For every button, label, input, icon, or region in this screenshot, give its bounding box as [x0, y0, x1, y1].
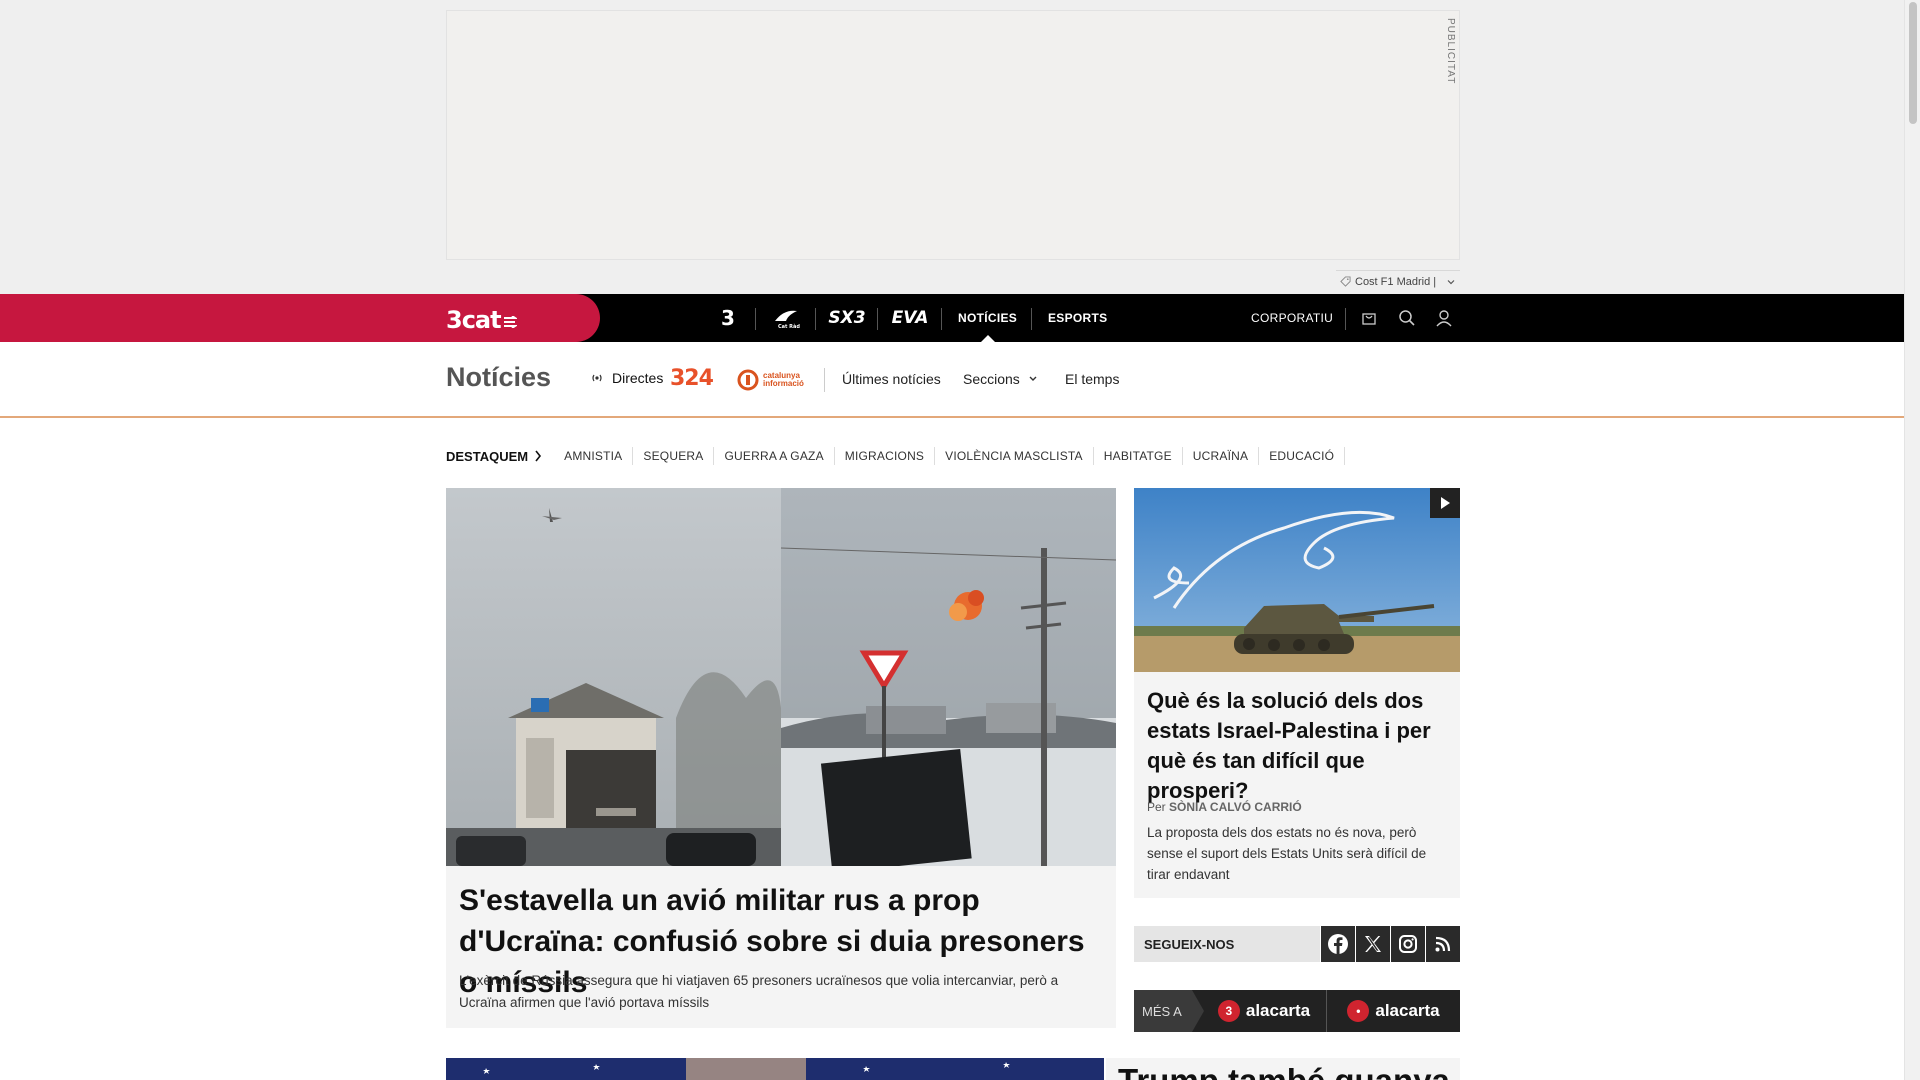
- catradio-alacarta-text: alacarta: [1375, 1001, 1440, 1020]
- brand-logo[interactable]: 3cat: [446, 306, 518, 334]
- tag-habitatge[interactable]: HABITATGE: [1094, 447, 1183, 465]
- tag-ucraina[interactable]: UCRAÏNA: [1183, 447, 1260, 465]
- author-name[interactable]: SÒNIA CALVÓ CARRIÓ: [1169, 800, 1302, 814]
- rss-link[interactable]: [1426, 926, 1460, 962]
- channel-sx3[interactable]: SX3: [816, 294, 878, 342]
- nav-divider-2: [1345, 308, 1346, 330]
- tag-icon: [1340, 276, 1351, 287]
- scrollbar-thumb[interactable]: [1909, 2, 1917, 124]
- catradio-logo-icon: Cat Ràdio: [775, 310, 800, 329]
- destaquem-heading[interactable]: DESTAQUEM: [446, 449, 542, 464]
- side-story-author: Per SÒNIA CALVÓ CARRIÓ: [1147, 800, 1302, 814]
- tag-amnistia[interactable]: AMNISTIA: [554, 447, 634, 465]
- plane-crash-photo: [446, 488, 1116, 866]
- user-button[interactable]: [1430, 304, 1458, 332]
- channel-eva-label: EVA: [891, 308, 929, 328]
- bottom-story-title[interactable]: Trump també guanya: [1118, 1062, 1450, 1080]
- tv3-badge: 3: [1217, 1000, 1240, 1022]
- channel-eva[interactable]: EVA: [878, 294, 942, 342]
- brand-arrow-icon: [503, 315, 518, 329]
- catradio-alacarta-link[interactable]: • alacarta: [1327, 990, 1460, 1032]
- destaquem-label: DESTAQUEM: [446, 448, 529, 464]
- svg-text:Cat Ràdio: Cat Ràdio: [778, 323, 800, 329]
- channel-sx3-label: SX3: [828, 308, 866, 328]
- instagram-icon: [1399, 935, 1417, 953]
- main-story-lead: L'exèrcit de Rússia assegura que hi viat…: [459, 973, 1059, 1010]
- shop-icon: [1362, 313, 1376, 325]
- search-button[interactable]: [1393, 304, 1421, 332]
- tag-migracions[interactable]: MIGRACIONS: [835, 447, 936, 465]
- x-link[interactable]: [1356, 926, 1390, 962]
- flag-photo: [446, 1058, 1104, 1080]
- scrollbar[interactable]: [1904, 0, 1920, 1080]
- instagram-link[interactable]: [1391, 926, 1425, 962]
- directes-label: Directes: [612, 370, 664, 386]
- tank-photo: [1134, 488, 1460, 672]
- channel-catradio[interactable]: Cat Ràdio: [756, 294, 816, 342]
- side-story-lead: La proposta dels dos estats no és nova, …: [1147, 825, 1427, 882]
- seccions-dropdown[interactable]: Seccions: [963, 371, 1038, 387]
- section-divider: [824, 368, 825, 392]
- main-story-image[interactable]: [446, 488, 1116, 866]
- highlight-tags: DESTAQUEM AMNISTIA SEQUERA GUERRA A GAZA…: [446, 446, 1346, 466]
- tv3-alacarta-text: alacarta: [1245, 1001, 1311, 1020]
- bottom-story-image[interactable]: [446, 1058, 1104, 1080]
- catalunya-informacio-icon: [737, 369, 759, 391]
- ad-label: PUBLICITAT: [1445, 18, 1456, 85]
- ad-band: PUBLICITAT Cost F1 Madrid |: [0, 0, 1904, 294]
- author-prefix: Per: [1147, 800, 1166, 814]
- logo-ci-line2: informació: [763, 379, 804, 388]
- section-bar: Notícies Directes 324 catalunya informac…: [0, 342, 1904, 418]
- top-navigation: 3cat 3 Cat Ràdio SX3 EVA NOTÍCIES ESPORT…: [0, 294, 1904, 342]
- follow-label: SEGUEIX-NOS: [1134, 926, 1320, 962]
- el-temps-link[interactable]: El temps: [1065, 371, 1119, 387]
- logo-catalunya-informacio[interactable]: catalunya informació: [737, 369, 804, 391]
- chevron-down-icon: [1029, 376, 1037, 381]
- brand-logo-text: 3cat: [446, 306, 502, 334]
- tag-sequera[interactable]: SEQUERA: [633, 447, 715, 465]
- main-story-card[interactable]: S'estavella un avió militar rus a prop d…: [446, 488, 1116, 1028]
- page-title[interactable]: Notícies: [446, 362, 551, 393]
- logo-324-text: 324: [670, 366, 714, 391]
- nav-noticies[interactable]: NOTÍCIES: [958, 294, 1017, 342]
- nav-divider: [1031, 308, 1032, 330]
- channel-3-label: 3: [721, 306, 735, 330]
- mes-a-label: MÉS A: [1134, 990, 1204, 1032]
- chevron-down-icon: [1447, 279, 1455, 284]
- side-story-card[interactable]: Què és la solució dels dos estats Israel…: [1134, 488, 1460, 898]
- ad-sponsor[interactable]: Cost F1 Madrid |: [1336, 270, 1460, 292]
- nav-esports[interactable]: ESPORTS: [1048, 294, 1107, 342]
- tag-violencia-masclista[interactable]: VIOLÈNCIA MASCLISTA: [935, 447, 1094, 465]
- user-icon: [1436, 310, 1452, 327]
- play-icon: [1441, 497, 1450, 509]
- video-badge[interactable]: [1430, 488, 1460, 518]
- tv3-alacarta-link[interactable]: 3 alacarta: [1192, 990, 1326, 1032]
- x-icon: [1365, 936, 1381, 952]
- more-alacarta: MÉS A 3 alacarta • alacarta: [1134, 990, 1460, 1032]
- search-icon: [1399, 310, 1415, 326]
- live-icon: [592, 374, 602, 382]
- logo-324[interactable]: 324: [670, 366, 714, 391]
- seccions-label: Seccions: [963, 371, 1020, 387]
- tag-educacio[interactable]: EDUCACIÓ: [1259, 447, 1346, 465]
- catradio-badge: •: [1347, 1000, 1370, 1022]
- side-story-title[interactable]: Què és la solució dels dos estats Israel…: [1147, 686, 1452, 806]
- side-story-image[interactable]: [1134, 488, 1460, 672]
- bottom-story-card[interactable]: Trump també guanya: [1106, 1058, 1460, 1080]
- facebook-icon: [1328, 934, 1348, 954]
- directes-link[interactable]: Directes: [590, 370, 663, 386]
- nav-corporatiu[interactable]: CORPORATIU: [1251, 294, 1333, 342]
- shop-button[interactable]: [1355, 304, 1383, 332]
- ultimes-noticies-link[interactable]: Últimes notícies: [842, 371, 941, 387]
- tag-guerra-a-gaza[interactable]: GUERRA A GAZA: [714, 447, 835, 465]
- facebook-link[interactable]: [1321, 926, 1355, 962]
- ad-sponsor-text: Cost F1 Madrid |: [1355, 275, 1437, 288]
- rss-icon: [1435, 936, 1451, 952]
- chevron-right-icon: [535, 450, 542, 462]
- ad-banner[interactable]: [446, 10, 1460, 260]
- follow-us: SEGUEIX-NOS: [1134, 926, 1460, 962]
- channel-3[interactable]: 3: [700, 294, 756, 342]
